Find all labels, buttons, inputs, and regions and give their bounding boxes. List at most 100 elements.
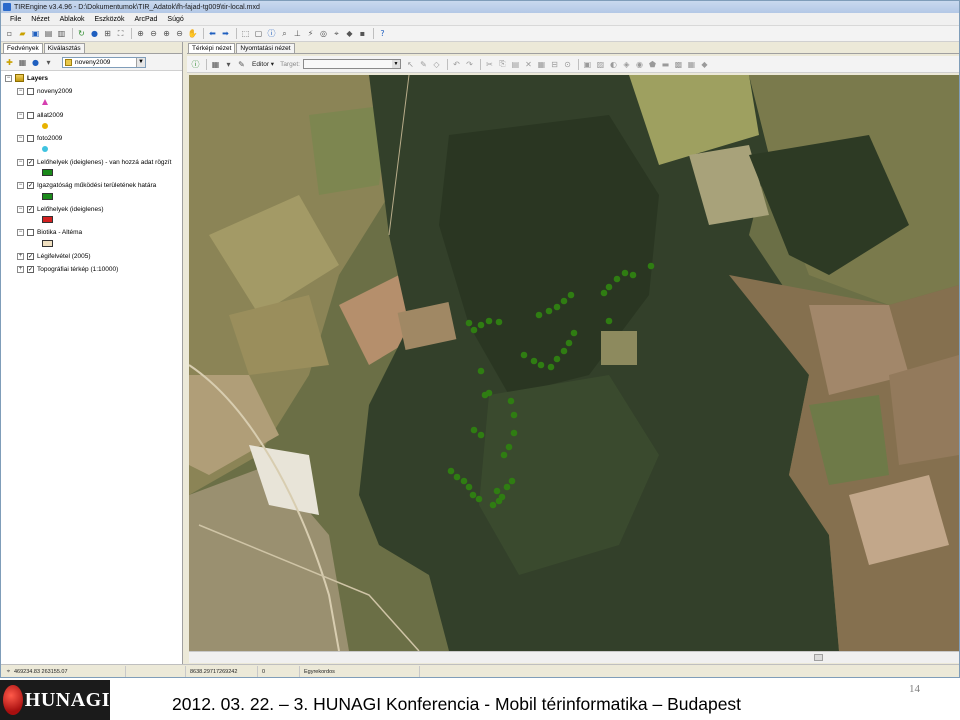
zoom-out-icon[interactable]: ⊖ (148, 28, 159, 39)
site-marker[interactable] (553, 355, 561, 363)
menu-file[interactable]: File (5, 16, 26, 23)
site-marker[interactable] (613, 275, 621, 283)
site-marker[interactable] (520, 351, 528, 359)
tab-map-view[interactable]: Térképi nézet (188, 43, 236, 53)
print-preview-icon[interactable]: ▥ (56, 28, 67, 39)
chevron-down-icon[interactable]: ▼ (136, 57, 145, 67)
layer-visibility-checkbox[interactable]: ✓ (27, 266, 34, 274)
hyperlink-icon[interactable]: ⚡ (305, 28, 316, 39)
collapse-icon[interactable]: − (17, 229, 24, 237)
layer-visibility-checkbox[interactable]: ✓ (27, 182, 34, 190)
site-marker[interactable] (500, 451, 508, 459)
site-marker[interactable] (447, 467, 455, 475)
dropdown-arrow-icon[interactable]: ▾ (43, 57, 54, 68)
layer-visibility-checkbox[interactable] (27, 229, 34, 237)
layer-item[interactable]: − allat2009 (5, 110, 182, 121)
site-marker[interactable] (647, 262, 655, 270)
site-marker[interactable] (508, 477, 516, 485)
goto-xy-icon[interactable]: ⌖ (331, 28, 342, 39)
layer-visibility-checkbox[interactable] (27, 135, 34, 143)
site-marker[interactable] (567, 291, 575, 299)
site-marker[interactable] (481, 391, 489, 399)
clear-selection-icon[interactable]: ▢ (253, 28, 264, 39)
menu-arcpad[interactable]: ArcPad (129, 16, 162, 23)
merge-icon[interactable]: ▣ (582, 59, 593, 70)
edit-vertices-icon[interactable]: ◇ (431, 59, 442, 70)
edit-tool-icon[interactable]: ✎ (236, 59, 247, 70)
layer-item[interactable]: − ✓ Lelőhelyek (ideiglenes) (5, 204, 182, 215)
rotate-icon[interactable]: ⊙ (562, 59, 573, 70)
clip-icon[interactable]: ⬟ (647, 59, 658, 70)
print-icon[interactable]: ▤ (43, 28, 54, 39)
layer-properties-icon[interactable]: ▦ (17, 57, 28, 68)
refresh-icon[interactable]: ↻ (76, 28, 87, 39)
pan-hand-icon[interactable]: ✋ (187, 28, 198, 39)
forward-arrow-icon[interactable]: ➡ (220, 28, 231, 39)
select-features-icon[interactable]: ⬚ (240, 28, 251, 39)
snapping-icon[interactable]: ▩ (673, 59, 684, 70)
site-marker[interactable] (489, 501, 497, 509)
target-layer-select[interactable]: ▼ (302, 59, 401, 69)
collapse-icon[interactable]: − (17, 88, 24, 96)
collapse-icon[interactable]: − (17, 135, 24, 143)
add-layer-icon[interactable]: ✚ (4, 57, 15, 68)
site-marker[interactable] (470, 326, 478, 334)
new-document-icon[interactable]: ▫ (4, 28, 15, 39)
layer-props-icon[interactable]: ▦ (210, 59, 221, 70)
paste-icon[interactable]: ▤ (510, 59, 521, 70)
site-marker[interactable] (605, 317, 613, 325)
site-marker[interactable] (469, 491, 477, 499)
tool-icon[interactable]: ◆ (344, 28, 355, 39)
site-marker[interactable] (621, 269, 629, 277)
layer-item[interactable]: + ✓ Légifelvétel (2005) (5, 251, 182, 262)
whats-this-help-icon[interactable]: ? (377, 28, 388, 39)
site-marker[interactable] (629, 271, 637, 279)
collapse-icon[interactable]: − (17, 182, 24, 190)
site-marker[interactable] (600, 289, 608, 297)
globe-icon[interactable]: ● (89, 28, 100, 39)
identify-info-icon[interactable]: ⓘ (266, 28, 277, 39)
site-marker[interactable] (475, 495, 483, 503)
layer-item[interactable]: − foto2009 (5, 134, 182, 145)
zoom-box-out-icon[interactable]: ⊖ (174, 28, 185, 39)
layer-item[interactable]: + ✓ Topográfiai térkép (1:10000) (5, 265, 182, 276)
site-marker[interactable] (507, 397, 515, 405)
site-marker[interactable] (477, 321, 485, 329)
horizontal-scrollbar[interactable] (189, 651, 959, 663)
active-layer-select[interactable]: noveny2009 ▼ (62, 56, 146, 68)
binoculars-icon[interactable]: ◎ (318, 28, 329, 39)
zoom-in-icon[interactable]: ⊕ (135, 28, 146, 39)
info-green-icon[interactable]: ⓘ (190, 59, 201, 70)
topology-icon[interactable]: ▦ (686, 59, 697, 70)
layer-visibility-checkbox[interactable] (27, 88, 34, 96)
pencil-icon[interactable]: ✎ (418, 59, 429, 70)
site-marker[interactable] (503, 483, 511, 491)
find-icon[interactable]: ⌕ (279, 28, 290, 39)
site-marker[interactable] (565, 339, 573, 347)
site-marker[interactable] (460, 477, 468, 485)
layer-item[interactable]: − Biotika - Altéma (5, 228, 182, 239)
menu-windows[interactable]: Ablakok (55, 16, 90, 23)
menu-help[interactable]: Súgó (162, 16, 188, 23)
site-marker[interactable] (535, 311, 543, 319)
map-canvas[interactable] (189, 75, 959, 651)
chevron-down-icon[interactable]: ▼ (391, 60, 400, 68)
layer-visibility-checkbox[interactable] (27, 111, 34, 119)
tab-print-view[interactable]: Nyomtatási nézet (236, 43, 295, 53)
tab-selection[interactable]: Kiválasztás (43, 43, 85, 53)
site-marker[interactable] (495, 318, 503, 326)
collapse-icon[interactable]: − (5, 74, 12, 82)
site-marker[interactable] (465, 319, 473, 327)
tab-layers[interactable]: Fedvények (3, 43, 43, 53)
reshape-icon[interactable]: ◈ (621, 59, 632, 70)
menu-tools[interactable]: Eszközök (89, 16, 129, 23)
collapse-icon[interactable]: − (17, 158, 24, 166)
save-icon[interactable]: ▣ (30, 28, 41, 39)
union-icon[interactable]: ▨ (595, 59, 606, 70)
cogo-icon[interactable]: ◆ (699, 59, 710, 70)
site-marker[interactable] (470, 426, 478, 434)
layer-item[interactable]: − noveny2009 (5, 87, 182, 98)
site-marker[interactable] (560, 297, 568, 305)
site-marker[interactable] (495, 497, 503, 505)
layer-globe-icon[interactable]: ● (30, 57, 41, 68)
